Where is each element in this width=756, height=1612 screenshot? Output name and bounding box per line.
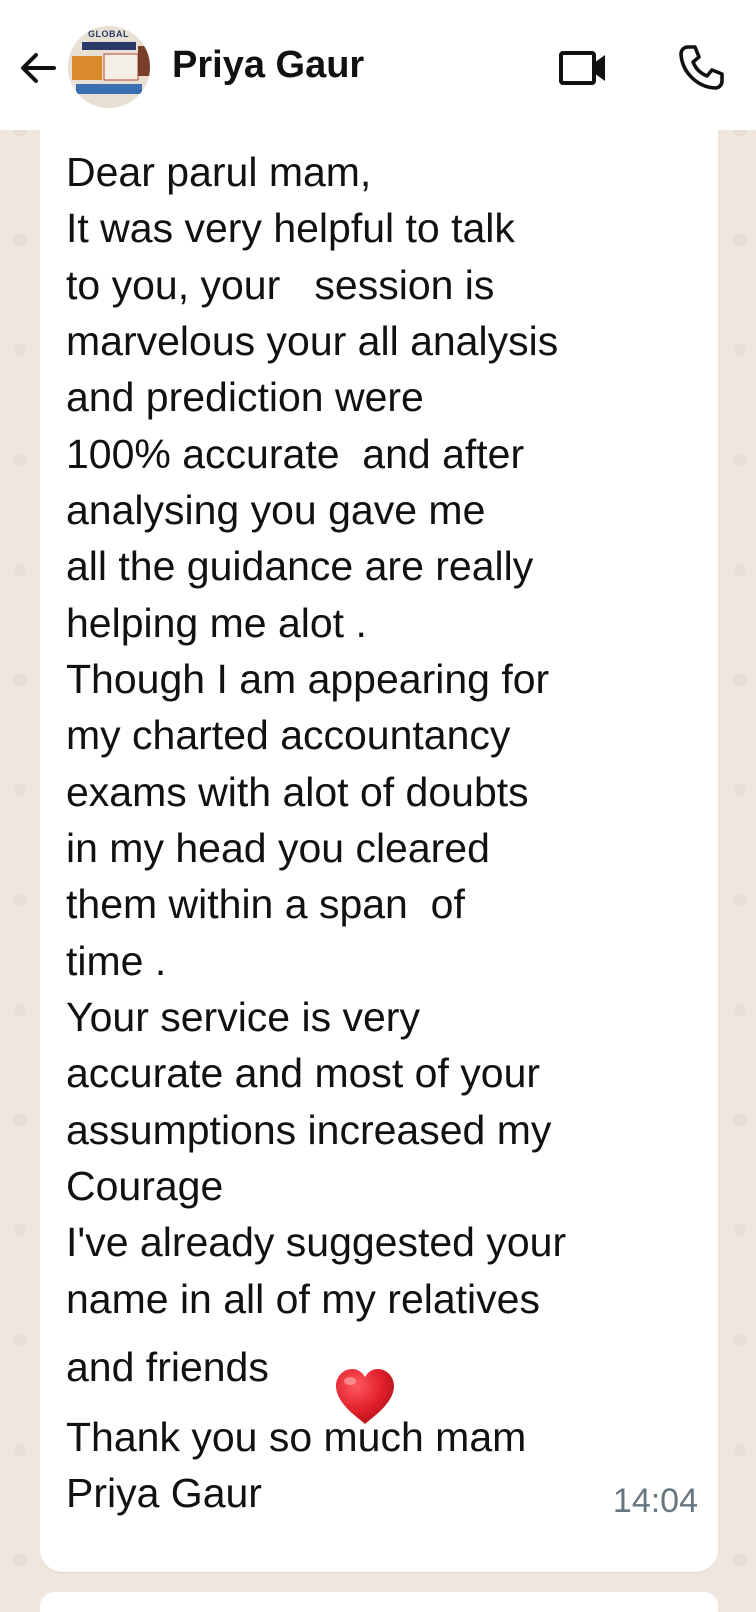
message-line: time . <box>66 938 167 984</box>
message-line: to you, your session is <box>66 262 495 308</box>
message-bubble[interactable]: Dear parul mam, It was very helpful to t… <box>40 130 718 1572</box>
message-line: Priya Gaur <box>66 1470 262 1516</box>
message-line: accurate and most of your <box>66 1050 541 1096</box>
voice-call-button[interactable] <box>676 42 726 92</box>
video-call-icon <box>559 51 605 85</box>
contact-name[interactable]: Priya Gaur <box>172 44 364 87</box>
message-line: them within a span of <box>66 881 465 927</box>
phone-call-icon <box>679 45 724 90</box>
message-line: Courage <box>66 1163 224 1209</box>
message-line: Though I am appearing for <box>66 656 550 702</box>
message-line: Dear parul mam, <box>66 149 372 195</box>
avatar-logo-text: GLOBAL <box>88 29 129 39</box>
message-line: name in all of my relatives <box>66 1276 540 1322</box>
message-line: and prediction were <box>66 374 424 420</box>
message-line: assumptions increased my <box>66 1107 552 1153</box>
message-line: in my head you cleared <box>66 825 490 871</box>
back-arrow-icon <box>21 53 56 83</box>
contact-avatar[interactable]: GLOBAL <box>68 26 150 108</box>
message-line: all the guidance are really <box>66 543 534 589</box>
message-line: marvelous your all analysis <box>66 318 559 364</box>
message-line: my charted accountancy <box>66 712 511 758</box>
message-timestamp: 14:04 <box>612 1482 698 1520</box>
message-line: It was very helpful to talk <box>66 205 515 251</box>
back-button[interactable] <box>14 44 62 92</box>
message-line: helping me alot . <box>66 600 367 646</box>
video-call-button[interactable] <box>558 44 610 92</box>
chat-header: GLOBAL Priya Gaur <box>0 0 756 130</box>
message-line: exams with alot of doubts <box>66 769 529 815</box>
message-line: and friends <box>66 1344 269 1390</box>
message-line: I've already suggested your <box>66 1219 567 1265</box>
message-line: Your service is very <box>66 994 420 1040</box>
message-line: analysing you gave me <box>66 487 486 533</box>
message-line: Thank you so much mam <box>66 1414 527 1460</box>
next-message-bubble <box>40 1592 718 1612</box>
message-line: 100% accurate and after <box>66 431 525 477</box>
